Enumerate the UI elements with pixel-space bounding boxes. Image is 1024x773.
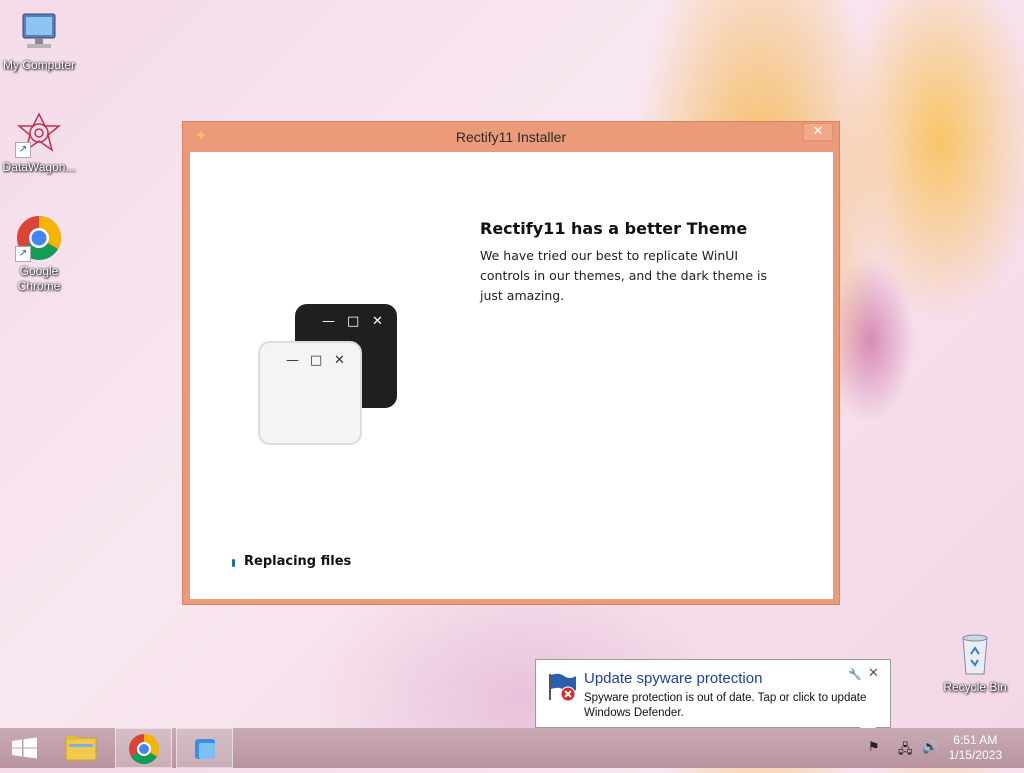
chrome-icon: ↗	[15, 214, 63, 262]
taskbar-file-explorer[interactable]	[53, 728, 110, 768]
taskbar-chrome[interactable]	[115, 728, 172, 768]
desktop-icon-recycle-bin[interactable]: Recycle Bin	[936, 630, 1014, 695]
rectify11-app-icon	[195, 739, 215, 759]
close-icon: ✕	[372, 314, 383, 329]
window-title: Rectify11 Installer	[455, 129, 567, 145]
desktop-icon-datawagon[interactable]: ↗ DataWagon...	[0, 110, 78, 175]
start-button[interactable]	[0, 728, 57, 768]
network-icon[interactable]: 🖧	[898, 740, 913, 762]
notification-text: Spyware protection is out of date. Tap o…	[584, 692, 867, 719]
notification-balloon[interactable]: Update spyware protection Spyware protec…	[535, 659, 891, 728]
desktop-icon-label: My Computer	[2, 58, 76, 72]
desktop-icon-label: Google Chrome	[17, 264, 61, 293]
installer-window: ✦ Rectify11 Installer ✕ — □ ✕ — □ ✕ Rect…	[182, 121, 840, 605]
defender-warning-tray-icon[interactable]: ⚑	[868, 740, 880, 755]
chrome-icon	[129, 734, 160, 765]
clock-time: 6:51 AM	[953, 733, 998, 747]
notification-title: Update spyware protection	[584, 670, 763, 687]
taskbar-rectify11-installer[interactable]	[176, 728, 233, 768]
close-icon: ✕	[334, 353, 345, 368]
light-window-illustration: — □ ✕	[258, 341, 362, 445]
shortcut-arrow-icon: ↗	[15, 246, 31, 262]
feature-description: We have tried our best to replicate WinU…	[480, 248, 767, 303]
volume-icon[interactable]: 🔊	[922, 740, 938, 755]
taskbar: ⚑ 🖧 🔊 6:51 AM 1/15/2023	[0, 728, 1024, 768]
shortcut-arrow-icon: ↗	[15, 142, 31, 158]
desktop-icon-label: Recycle Bin	[943, 680, 1007, 694]
clock-date: 1/15/2023	[948, 748, 1002, 762]
computer-icon	[15, 8, 63, 56]
settings-wrench-icon[interactable]: 🔧	[848, 668, 862, 681]
installer-content: — □ ✕ — □ ✕ Rectify11 has a better Theme…	[190, 152, 833, 599]
maximize-icon: □	[347, 314, 360, 329]
minimize-icon: —	[286, 353, 299, 368]
defender-flag-icon	[546, 670, 578, 702]
desktop-icon-my-computer[interactable]: My Computer	[0, 8, 78, 73]
datawagon-logo-icon: ↗	[15, 110, 63, 158]
feature-heading: Rectify11 has a better Theme	[480, 219, 748, 238]
minimize-icon: —	[322, 314, 335, 329]
window-titlebar[interactable]: ✦ Rectify11 Installer ✕	[183, 122, 839, 152]
folder-icon	[65, 736, 97, 761]
desktop-icon-label: DataWagon...	[2, 160, 76, 174]
taskbar-clock[interactable]: 6:51 AM 1/15/2023	[949, 733, 1002, 763]
progress-spinner-icon	[232, 559, 235, 567]
window-close-button[interactable]: ✕	[803, 123, 833, 141]
notification-close-button[interactable]: ✕	[868, 666, 879, 681]
recycle-bin-icon	[951, 630, 999, 678]
desktop-icon-google-chrome[interactable]: ↗ Google Chrome	[0, 214, 78, 294]
maximize-icon: □	[310, 353, 323, 368]
install-status: Replacing files	[244, 554, 352, 569]
windows-logo-icon	[12, 737, 37, 759]
